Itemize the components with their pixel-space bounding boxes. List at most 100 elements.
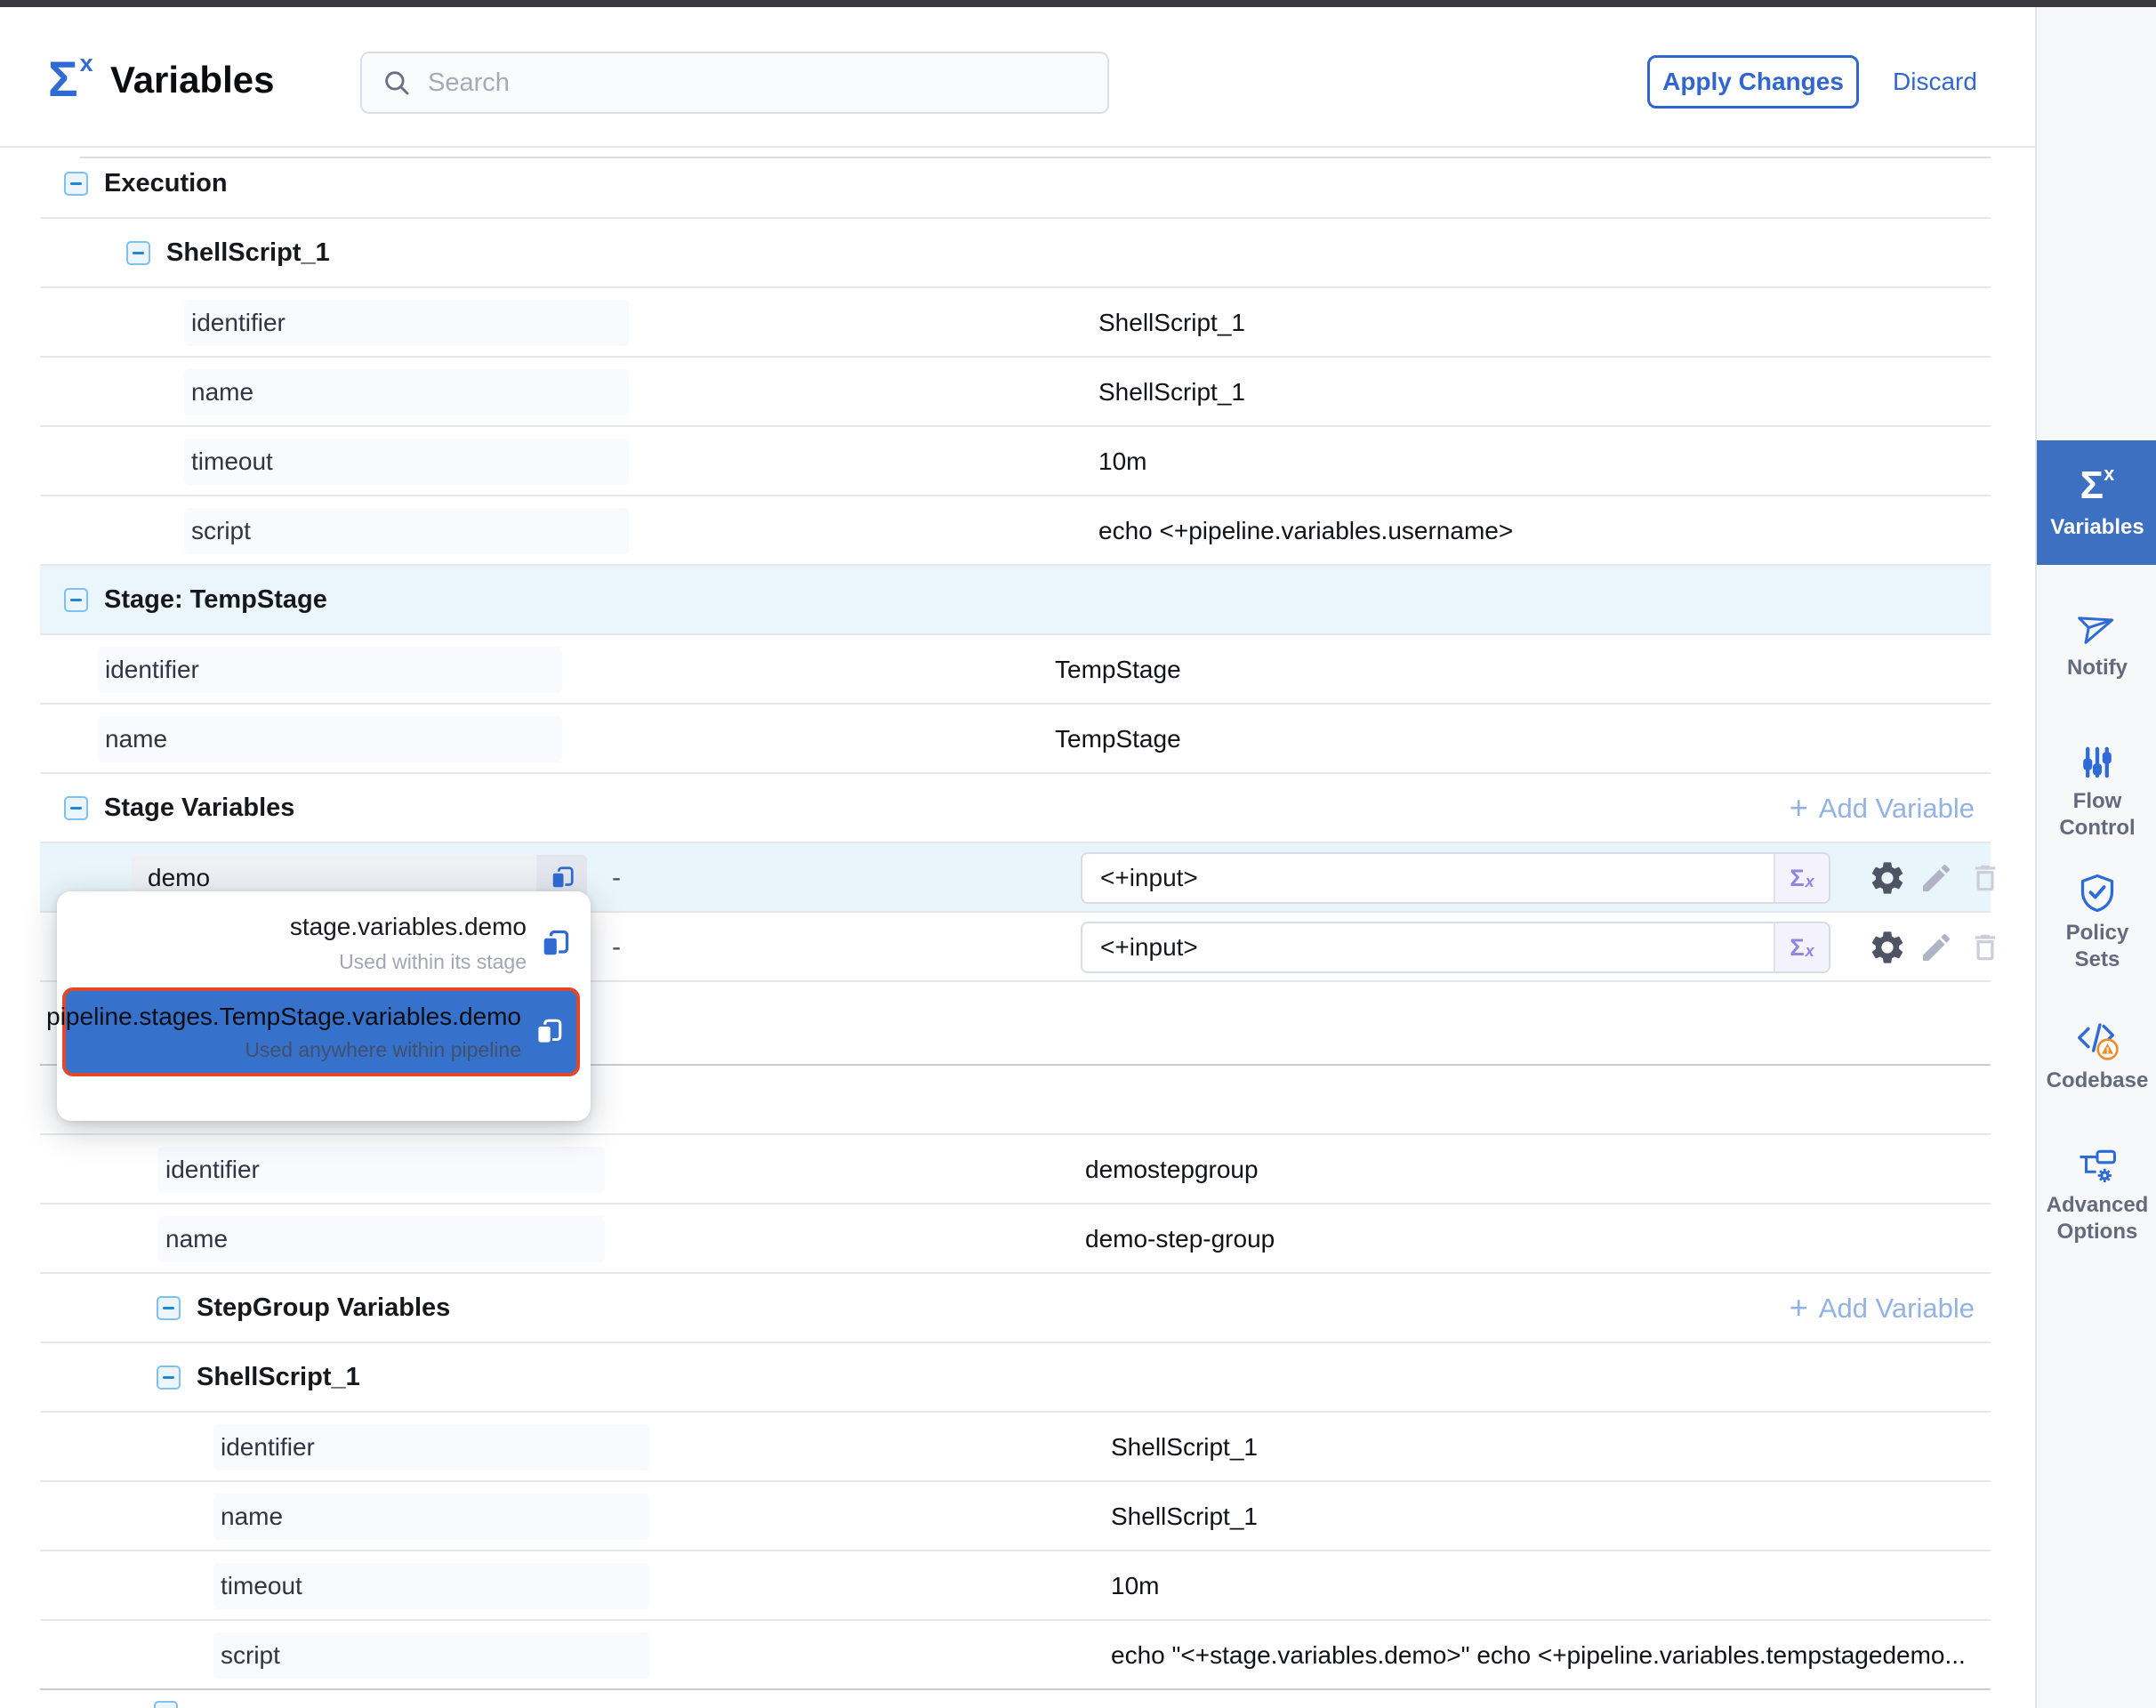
sidebar-item-codebase[interactable]: Codebase: [2037, 1016, 2156, 1094]
sidebar-item-flow-control[interactable]: Flow Control: [2037, 742, 2156, 842]
field-label: script: [184, 508, 629, 554]
collapse-icon[interactable]: [64, 588, 88, 612]
variable-settings-button[interactable]: [1868, 843, 1907, 913]
field-value: ShellScript_1: [1111, 1413, 1258, 1482]
section-label: ShellScript_1: [197, 1363, 360, 1392]
copy-expression-button[interactable]: [539, 928, 571, 960]
collapse-icon[interactable]: [64, 172, 88, 196]
field-row: name demo-step-group: [40, 1204, 1991, 1274]
collapse-icon[interactable]: [157, 1366, 181, 1390]
expression-scope: Used within its stage: [290, 950, 527, 974]
copy-expression-button[interactable]: [534, 1017, 564, 1047]
sidebar-item-policy-sets[interactable]: Policy Sets: [2037, 872, 2156, 973]
add-variable-button[interactable]: + Add Variable: [1790, 774, 1975, 843]
plus-icon: +: [1790, 1292, 1808, 1324]
delete-variable-button[interactable]: [1968, 913, 2002, 982]
search-icon: [382, 68, 412, 98]
field-value: demostepgroup: [1085, 1135, 1259, 1204]
field-row: timeout 10m: [40, 427, 1991, 496]
field-label: identifier: [184, 300, 629, 346]
plus-icon: +: [1790, 792, 1808, 824]
field-value: ShellScript_1: [1098, 358, 1245, 427]
variable-value-input[interactable]: <+input> Σx: [1081, 922, 1830, 973]
sliders-icon: [2037, 742, 2156, 783]
code-warning-icon: [2037, 1016, 2156, 1062]
field-row: identifier TempStage: [40, 635, 1991, 705]
field-row: identifier ShellScript_1: [40, 288, 1991, 358]
field-row: identifier demostepgroup: [40, 1135, 1991, 1204]
expression-option-pipeline-scope-selected[interactable]: pipeline.stages.TempStage.variables.demo…: [62, 987, 580, 1076]
paper-plane-icon: [2037, 605, 2156, 648]
variables-sigma-icon: Σx: [2080, 464, 2115, 505]
field-label: timeout: [213, 1563, 649, 1609]
field-value: ShellScript_1: [1098, 288, 1245, 358]
collapse-icon[interactable]: [64, 796, 88, 820]
flowchart-gear-icon: [2037, 1144, 2156, 1188]
field-label: script: [213, 1632, 649, 1679]
header-divider: [80, 157, 1991, 158]
window-top-strip: [0, 0, 2156, 7]
collapse-icon[interactable]: [126, 241, 150, 265]
expression-text: stage.variables.demo: [290, 913, 527, 941]
search-input[interactable]: [426, 68, 1052, 99]
discard-button[interactable]: Discard: [1893, 68, 1977, 96]
section-label: StepGroup Variables: [197, 1293, 450, 1323]
field-label: timeout: [184, 439, 629, 485]
expression-text: pipeline.stages.TempStage.variables.demo: [46, 1003, 521, 1031]
sidebar-item-variables[interactable]: Σx Variables: [2037, 440, 2156, 565]
tree-section-execution: Execution: [40, 149, 1991, 219]
variable-settings-button[interactable]: [1868, 913, 1907, 982]
required-dash: -: [612, 843, 621, 913]
field-value: 10m: [1111, 1551, 1159, 1621]
field-label: identifier: [98, 647, 562, 693]
field-label: name: [213, 1494, 649, 1540]
field-label: name: [158, 1216, 605, 1262]
collapse-icon-partial[interactable]: [154, 1701, 178, 1708]
section-label: ShellScript_1: [166, 238, 330, 268]
field-value: echo "<+stage.variables.demo>" echo <+pi…: [1111, 1621, 1966, 1690]
field-row: name ShellScript_1: [40, 1482, 1991, 1551]
required-dash: -: [612, 913, 621, 982]
sidebar-item-notify[interactable]: Notify: [2037, 605, 2156, 681]
field-value: ShellScript_1: [1111, 1482, 1258, 1551]
tree-section-stage-tempstage: Stage: TempStage: [40, 566, 1991, 635]
variable-value-input[interactable]: <+input> Σx: [1081, 852, 1830, 904]
expression-type-icon[interactable]: Σx: [1774, 854, 1829, 902]
field-row: script echo "<+stage.variables.demo>" ec…: [40, 1621, 1991, 1690]
panel-header: Σx Variables Apply Changes Discard: [0, 7, 2035, 148]
delete-variable-button[interactable]: [1968, 843, 2002, 913]
field-value: echo <+pipeline.variables.username>: [1098, 496, 1513, 566]
field-row: name ShellScript_1: [40, 358, 1991, 427]
apply-changes-button[interactable]: Apply Changes: [1647, 55, 1859, 109]
right-toolbar: Σx Variables Notify: [2035, 7, 2156, 1708]
tree-section-stage-variables: Stage Variables + Add Variable: [40, 774, 1991, 843]
field-row: script echo <+pipeline.variables.usernam…: [40, 496, 1991, 566]
field-row: identifier ShellScript_1: [40, 1413, 1991, 1482]
field-value: 10m: [1098, 427, 1146, 496]
field-row: timeout 10m: [40, 1551, 1991, 1621]
field-label: name: [98, 716, 562, 762]
tree-section-stepgroup-variables: StepGroup Variables + Add Variable: [40, 1274, 1991, 1343]
field-label: identifier: [213, 1424, 649, 1470]
field-value: TempStage: [1055, 635, 1181, 705]
section-label: Stage: TempStage: [104, 585, 327, 615]
field-label: identifier: [158, 1147, 605, 1193]
shield-check-icon: [2037, 872, 2156, 914]
edit-variable-button[interactable]: [1919, 843, 1954, 913]
section-label: Stage Variables: [104, 794, 294, 823]
tree-section-shellscript-2: ShellScript_1: [40, 1343, 1991, 1413]
field-label: name: [184, 369, 629, 415]
variable-expression-popup: stage.variables.demo Used within its sta…: [57, 891, 591, 1121]
field-row: name TempStage: [40, 705, 1991, 774]
edit-variable-button[interactable]: [1919, 913, 1954, 982]
field-value: TempStage: [1055, 705, 1181, 774]
add-variable-button[interactable]: + Add Variable: [1790, 1274, 1975, 1343]
page-title: Variables: [110, 59, 274, 101]
search-box[interactable]: [360, 52, 1109, 114]
expression-option-stage-scope[interactable]: stage.variables.demo Used within its sta…: [57, 913, 571, 974]
collapse-icon[interactable]: [157, 1296, 181, 1320]
section-label: Execution: [104, 169, 228, 198]
sidebar-item-advanced-options[interactable]: Advanced Options: [2037, 1144, 2156, 1245]
expression-type-icon[interactable]: Σx: [1774, 923, 1829, 971]
field-value: demo-step-group: [1085, 1204, 1275, 1274]
